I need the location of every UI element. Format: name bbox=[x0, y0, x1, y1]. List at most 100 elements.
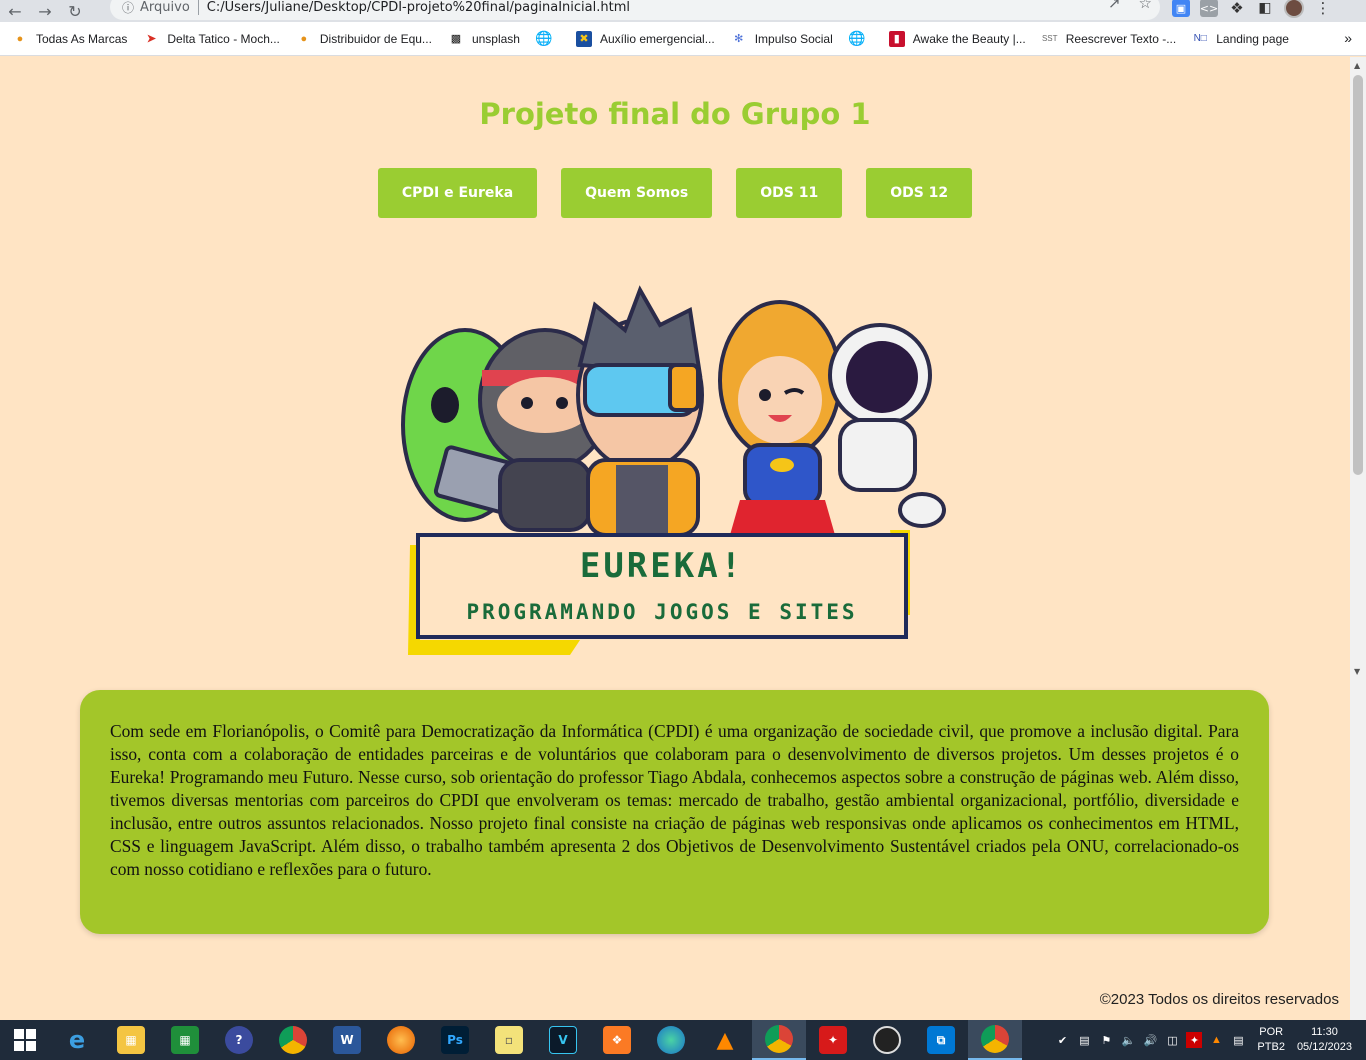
url-text[interactable]: C:/Users/Juliane/Desktop/CPDI-projeto%20… bbox=[207, 0, 630, 15]
help-icon: ? bbox=[225, 1026, 253, 1054]
vlc-tray-icon[interactable]: ▲ bbox=[1208, 1032, 1224, 1048]
puzzle-icon[interactable]: ❖ bbox=[1228, 0, 1246, 17]
scheme-label: Arquivo bbox=[140, 0, 199, 15]
scroll-up-icon[interactable]: ▲ bbox=[1354, 61, 1360, 70]
nav-link-cpdi-eureka[interactable]: CPDI e Eureka bbox=[377, 168, 538, 218]
bookmark-favicon-icon: ➤ bbox=[146, 33, 156, 45]
word-icon: W bbox=[333, 1026, 361, 1054]
more-bookmarks-icon[interactable]: » bbox=[1344, 30, 1352, 46]
bookmark-item[interactable]: ✻ Impulso Social bbox=[731, 31, 833, 47]
reload-icon[interactable]: ↻ bbox=[60, 0, 90, 22]
address-bar[interactable]: ⓘ Arquivo C:/Users/Juliane/Desktop/CPDI-… bbox=[110, 0, 1160, 20]
chrome-icon bbox=[981, 1025, 1009, 1053]
bookmark-item[interactable]: ● Distribuidor de Equ... bbox=[296, 31, 432, 47]
bookmark-favicon-icon: ▮ bbox=[888, 30, 905, 47]
flag-icon[interactable]: ⚑ bbox=[1098, 1032, 1114, 1048]
app-tray-icon[interactable]: ◫ bbox=[1164, 1032, 1180, 1048]
speaker-icon[interactable]: 🔊 bbox=[1142, 1032, 1158, 1048]
page-content: Projeto final do Grupo 1 CPDI e Eureka Q… bbox=[0, 57, 1350, 1020]
bookmark-item[interactable]: 🌐 bbox=[535, 30, 560, 47]
hero-headline: EUREKA! bbox=[580, 546, 744, 586]
firefox-icon bbox=[387, 1026, 415, 1054]
taskbar-obs[interactable] bbox=[860, 1020, 914, 1060]
sticky-notes-icon: ▫ bbox=[495, 1026, 523, 1054]
taskbar-store[interactable]: ▦ bbox=[158, 1020, 212, 1060]
taskbar-internet-explorer[interactable]: e bbox=[50, 1020, 104, 1060]
superhero-character bbox=[718, 300, 842, 535]
chrome-icon bbox=[765, 1025, 793, 1053]
taskbar-file-explorer[interactable]: ▦ bbox=[104, 1020, 158, 1060]
taskbar-chrome-2[interactable] bbox=[968, 1020, 1022, 1060]
bookmark-favicon-icon: ✖ bbox=[575, 30, 592, 47]
network-icon[interactable]: ▤ bbox=[1230, 1032, 1246, 1048]
forward-icon[interactable]: → bbox=[30, 0, 60, 22]
vscode-icon: ⧉ bbox=[927, 1026, 955, 1054]
back-icon[interactable]: ← bbox=[0, 0, 30, 22]
taskbar-v-app[interactable]: V bbox=[536, 1020, 590, 1060]
store-icon: ▦ bbox=[171, 1026, 199, 1054]
volume-icon[interactable]: 🔈 bbox=[1120, 1032, 1136, 1048]
bookmark-favicon-icon: N□ bbox=[1193, 33, 1207, 44]
main-nav: CPDI e Eureka Quem Somos ODS 11 ODS 12 bbox=[0, 168, 1350, 218]
edge-icon bbox=[657, 1026, 685, 1054]
vlc-icon: ▲ bbox=[716, 1027, 734, 1053]
hero-subheadline: PROGRAMANDO JOGOS E SITES bbox=[466, 600, 857, 624]
taskbar-chrome[interactable] bbox=[266, 1020, 320, 1060]
bookmark-favicon-icon: SST bbox=[1041, 34, 1058, 43]
bookmark-item[interactable]: ▩ unsplash bbox=[448, 31, 520, 47]
side-panel-icon[interactable]: ◧ bbox=[1256, 0, 1274, 17]
xampp-icon: ❖ bbox=[603, 1026, 631, 1054]
taskbar-edge[interactable] bbox=[644, 1020, 698, 1060]
taskbar-word[interactable]: W bbox=[320, 1020, 374, 1060]
taskbar-photoshop[interactable]: Ps bbox=[428, 1020, 482, 1060]
nav-link-quem-somos[interactable]: Quem Somos bbox=[561, 168, 713, 218]
share-icon[interactable]: ↗ bbox=[1108, 0, 1121, 12]
bookmark-item[interactable]: 🌐 bbox=[848, 30, 873, 47]
obs-icon bbox=[873, 1026, 901, 1054]
clock[interactable]: 11:30 05/12/2023 bbox=[1297, 1025, 1352, 1055]
bookmark-item[interactable]: ▮ Awake the Beauty |... bbox=[888, 30, 1026, 47]
taskbar-firefox[interactable] bbox=[374, 1020, 428, 1060]
globe-icon: 🌐 bbox=[848, 30, 866, 46]
bookmark-star-icon[interactable]: ☆ bbox=[1139, 0, 1152, 12]
taskbar-sticky-notes[interactable]: ▫ bbox=[482, 1020, 536, 1060]
taskbar-vscode[interactable]: ⧉ bbox=[914, 1020, 968, 1060]
bookmark-favicon-icon: ▩ bbox=[450, 33, 462, 45]
chrome-icon bbox=[279, 1026, 307, 1054]
taskbar-chrome-profile[interactable] bbox=[752, 1020, 806, 1060]
language-indicator[interactable]: POR PTB2 bbox=[1257, 1025, 1285, 1055]
nav-link-ods-11[interactable]: ODS 11 bbox=[736, 168, 843, 218]
start-button[interactable] bbox=[0, 1020, 50, 1060]
bookmark-item[interactable]: ● Todas As Marcas bbox=[12, 31, 128, 47]
scrollbar-thumb[interactable] bbox=[1353, 75, 1363, 475]
astronaut-character bbox=[828, 323, 946, 528]
bookmark-favicon-icon: ● bbox=[300, 32, 308, 45]
bookmark-favicon-icon: ✻ bbox=[734, 33, 744, 45]
devtools-extension-icon[interactable]: <> bbox=[1200, 0, 1218, 17]
acrobat-icon: ✦ bbox=[819, 1026, 847, 1054]
menu-kebab-icon[interactable]: ⋮ bbox=[1314, 0, 1332, 17]
device-icon[interactable]: ▤ bbox=[1076, 1032, 1092, 1048]
taskbar-acrobat[interactable]: ✦ bbox=[806, 1020, 860, 1060]
scroll-down-icon[interactable]: ▼ bbox=[1354, 667, 1360, 676]
avatar[interactable] bbox=[1284, 0, 1304, 18]
security-icon[interactable]: ✔ bbox=[1054, 1032, 1070, 1048]
globe-icon: 🌐 bbox=[535, 30, 553, 46]
acrobat-tray-icon[interactable]: ✦ bbox=[1186, 1032, 1203, 1048]
bookmark-item[interactable]: ✖ Auxílio emergencial... bbox=[575, 30, 715, 47]
extension-icon[interactable]: ▣ bbox=[1172, 0, 1190, 17]
bookmark-item[interactable]: N□ Landing page bbox=[1192, 31, 1289, 47]
vertical-scrollbar[interactable]: ▲ ▼ bbox=[1350, 57, 1366, 1020]
taskbar-vlc[interactable]: ▲ bbox=[698, 1020, 752, 1060]
description-panel: Com sede em Florianópolis, o Comitê para… bbox=[80, 690, 1269, 934]
nav-link-ods-12[interactable]: ODS 12 bbox=[866, 168, 973, 218]
info-icon[interactable]: ⓘ bbox=[122, 0, 134, 16]
taskbar-help[interactable]: ? bbox=[212, 1020, 266, 1060]
page-title: Projeto final do Grupo 1 bbox=[479, 97, 871, 131]
taskbar-xampp[interactable]: ❖ bbox=[590, 1020, 644, 1060]
windows-logo-icon bbox=[14, 1029, 36, 1051]
bookmark-item[interactable]: SST Reescrever Texto -... bbox=[1042, 31, 1176, 47]
bookmark-item[interactable]: ➤ Delta Tatico - Moch... bbox=[143, 31, 280, 47]
windows-taskbar: e ▦ ▦ ? W Ps ▫ V ❖ ▲ ✦ ⧉ ✔ ▤ ⚑ 🔈 🔊 ◫ ✦ ▲… bbox=[0, 1020, 1366, 1060]
eureka-hero-illustration: EUREKA! PROGRAMANDO JOGOS E SITES bbox=[401, 285, 946, 655]
